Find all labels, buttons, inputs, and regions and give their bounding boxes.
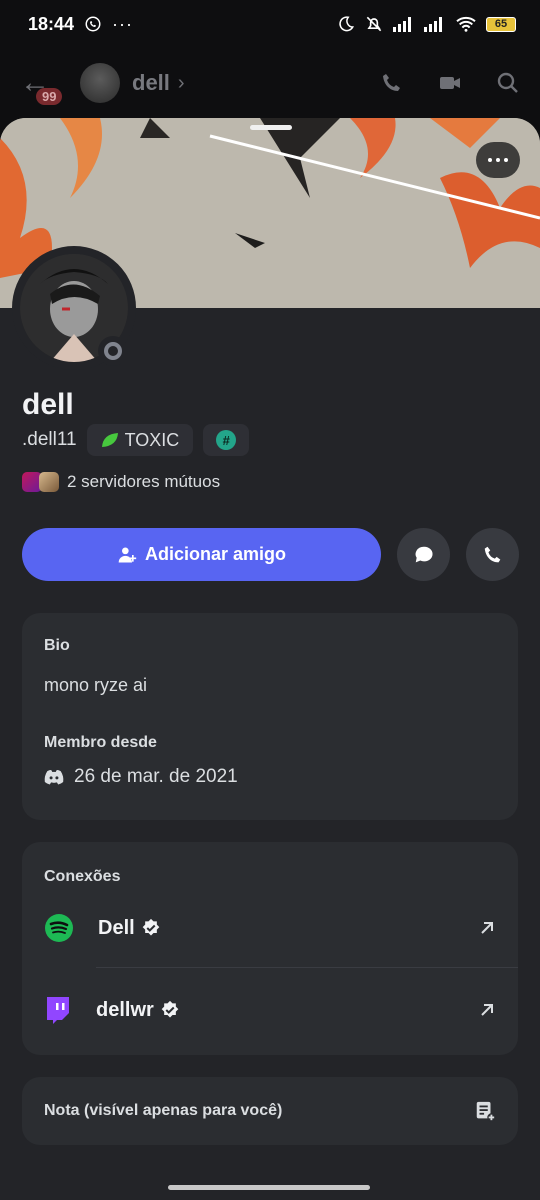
search-icon[interactable] [496, 71, 520, 95]
hypesquad-badge[interactable]: # [203, 424, 250, 456]
whatsapp-icon [85, 16, 101, 32]
connection-name: Dell [98, 917, 161, 940]
connection-row-twitch[interactable]: dellwr [22, 980, 518, 1040]
member-since-date: 26 de mar. de 2021 [74, 766, 238, 787]
bio-label: Bio [44, 637, 70, 654]
connection-name-text: Dell [98, 916, 135, 939]
note-label: Nota (visível apenas para você) [44, 1102, 283, 1119]
verified-check-icon [161, 1000, 179, 1018]
divider [96, 967, 518, 968]
profile-actions: Adicionar amigo [22, 528, 520, 581]
muted-bell-icon [366, 16, 382, 32]
discord-icon [44, 770, 64, 785]
member-since-label: Membro desde [44, 734, 157, 751]
signal-icon [393, 17, 411, 32]
profile-sheet: dell .dell11 TOXIC # 2 servidores mútuos… [0, 118, 540, 1200]
add-note-icon [476, 1101, 496, 1122]
member-since-row: 26 de mar. de 2021 [44, 766, 496, 788]
status-time: 18:44 [28, 13, 75, 34]
signal-2-icon [424, 17, 442, 32]
spotify-icon [45, 914, 73, 942]
username: .dell11 [22, 429, 77, 450]
username-row: .dell11 TOXIC # [22, 424, 250, 456]
voice-call-icon[interactable] [380, 71, 404, 95]
status-bar: 18:44 ··· 65 [0, 0, 540, 48]
display-name: dell [22, 388, 74, 421]
more-options-button[interactable] [476, 142, 520, 178]
battery-indicator: 65 [486, 16, 516, 32]
mutual-servers[interactable]: 2 servidores mútuos [22, 472, 220, 492]
server-tag[interactable]: TOXIC [86, 424, 194, 456]
leaf-icon [101, 433, 118, 447]
message-bubble-icon [415, 546, 433, 562]
gesture-home-bar[interactable] [168, 1185, 370, 1190]
connections-title: Conexões [44, 868, 121, 885]
note-card[interactable]: Nota (visível apenas para você) [22, 1077, 518, 1145]
dnd-moon-icon [339, 16, 354, 32]
connections-card: Conexões Dell dellwr [22, 842, 518, 1055]
external-link-arrow-icon [481, 922, 493, 934]
header-avatar[interactable] [80, 63, 120, 103]
call-button[interactable] [466, 528, 519, 581]
server-tag-label: TOXIC [124, 429, 180, 450]
mutual-server-icons [22, 472, 59, 492]
twitch-icon [47, 997, 69, 1024]
server-icon [39, 472, 59, 492]
connection-name: dellwr [96, 999, 180, 1022]
hash-icon: # [216, 430, 237, 450]
chat-header: ← 99 dell › [0, 48, 540, 118]
connection-name-text: dellwr [96, 998, 154, 1021]
header-name[interactable]: dell [132, 70, 170, 96]
verified-check-icon [142, 918, 160, 936]
phone-icon [484, 546, 500, 562]
presence-offline-indicator [98, 336, 128, 366]
unread-badge: 99 [36, 88, 63, 105]
message-button[interactable] [397, 528, 450, 581]
video-call-icon[interactable] [438, 71, 462, 95]
chevron-right-icon: › [177, 71, 185, 94]
connection-row-spotify[interactable]: Dell [22, 898, 518, 958]
more-notifications-icon: ··· [112, 13, 134, 34]
external-link-arrow-icon [481, 1004, 493, 1016]
add-friend-label: Adicionar amigo [144, 544, 287, 564]
bio-text: mono ryze ai [44, 675, 148, 695]
drag-handle[interactable] [250, 125, 292, 130]
bio-card: Bio mono ryze ai Membro desde 26 de mar.… [22, 613, 518, 820]
wifi-icon [456, 16, 476, 32]
add-friend-button[interactable]: Adicionar amigo [22, 528, 381, 581]
mutual-servers-label: 2 servidores mútuos [67, 472, 221, 491]
add-user-icon [118, 547, 137, 562]
